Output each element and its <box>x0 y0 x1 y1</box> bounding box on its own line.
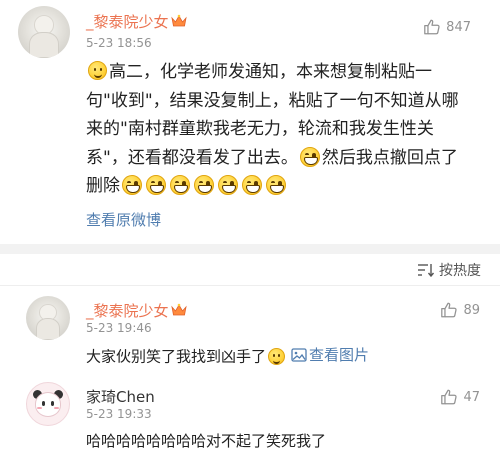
reply-timestamp: 5-23 19:33 <box>86 407 152 421</box>
avatar-face <box>34 392 62 417</box>
section-divider <box>0 244 500 254</box>
like-button[interactable]: 47 <box>440 387 480 407</box>
reply-text-content: 大家伙别笑了我找到凶手了 <box>86 347 267 366</box>
grin-emoji-icon <box>194 175 214 195</box>
view-image-link[interactable]: 查看图片 <box>291 344 369 365</box>
reply-text: 哈哈哈哈哈哈哈哈对不起了笑死我了 <box>86 432 327 450</box>
reply-item: _黎泰院少女 5-23 19:46 89 大家伙别笑了我找到凶手了 查看图片 <box>0 287 500 373</box>
sort-icon <box>418 264 435 277</box>
grin-emoji-icon <box>266 175 286 195</box>
avatar-doll-body <box>29 32 59 58</box>
thumbs-up-icon <box>441 389 458 405</box>
avatar-eye <box>50 401 54 406</box>
view-image-label[interactable]: 查看图片 <box>309 344 369 365</box>
reply-text: 大家伙别笑了我找到凶手了 查看图片 <box>86 344 369 367</box>
timestamp: 5-23 18:56 <box>86 36 152 50</box>
sort-by-popularity-button[interactable]: 按热度 <box>417 260 481 280</box>
grin-emoji-icon <box>170 175 190 195</box>
comment-text: 高二，化学老师发通知，本来想复制粘贴一句"收到"，结果没复制上，粘贴了一句不知道… <box>86 58 466 201</box>
like-count: 89 <box>463 302 480 318</box>
crown-badge-icon <box>170 14 187 27</box>
thumbs-up-icon <box>424 19 440 35</box>
like-count: 47 <box>463 389 480 405</box>
like-button[interactable]: 847 <box>423 17 471 37</box>
main-comment: _黎泰院少女 5-23 18:56 847 高二，化学老师发通知，本来想复制粘贴… <box>0 0 500 244</box>
avatar[interactable] <box>26 296 70 340</box>
reply-timestamp: 5-23 19:46 <box>86 321 152 335</box>
grin-emoji-icon <box>299 146 320 167</box>
reply-username[interactable]: 家琦Chen <box>86 386 155 407</box>
sort-bar: 按热度 <box>0 254 500 286</box>
avatar[interactable] <box>18 6 70 58</box>
reply-username[interactable]: _黎泰院少女 <box>86 300 187 321</box>
smile-emoji-icon <box>268 347 286 365</box>
like-button[interactable]: 89 <box>440 300 480 320</box>
like-count: 847 <box>446 19 471 35</box>
thumbs-up-icon <box>441 302 458 318</box>
grin-emoji-icon <box>122 175 142 195</box>
username[interactable]: _黎泰院少女 <box>86 11 187 32</box>
sort-label: 按热度 <box>439 263 481 279</box>
smile-emoji-icon <box>88 61 107 80</box>
grin-emoji-icon <box>146 175 166 195</box>
avatar[interactable] <box>26 382 70 426</box>
view-original-weibo-link[interactable]: 查看原微博 <box>86 209 161 230</box>
image-icon <box>291 347 307 362</box>
crown-badge-icon <box>170 303 187 316</box>
grin-emoji-icon <box>242 175 262 195</box>
username-text[interactable]: _黎泰院少女 <box>86 13 169 31</box>
avatar-doll-body <box>35 318 61 340</box>
grin-emoji-icon <box>218 175 238 195</box>
reply-username-text[interactable]: _黎泰院少女 <box>86 302 169 320</box>
reply-item: 家琦Chen 5-23 19:33 47 哈哈哈哈哈哈哈哈对不起了笑死我了 <box>0 373 500 459</box>
